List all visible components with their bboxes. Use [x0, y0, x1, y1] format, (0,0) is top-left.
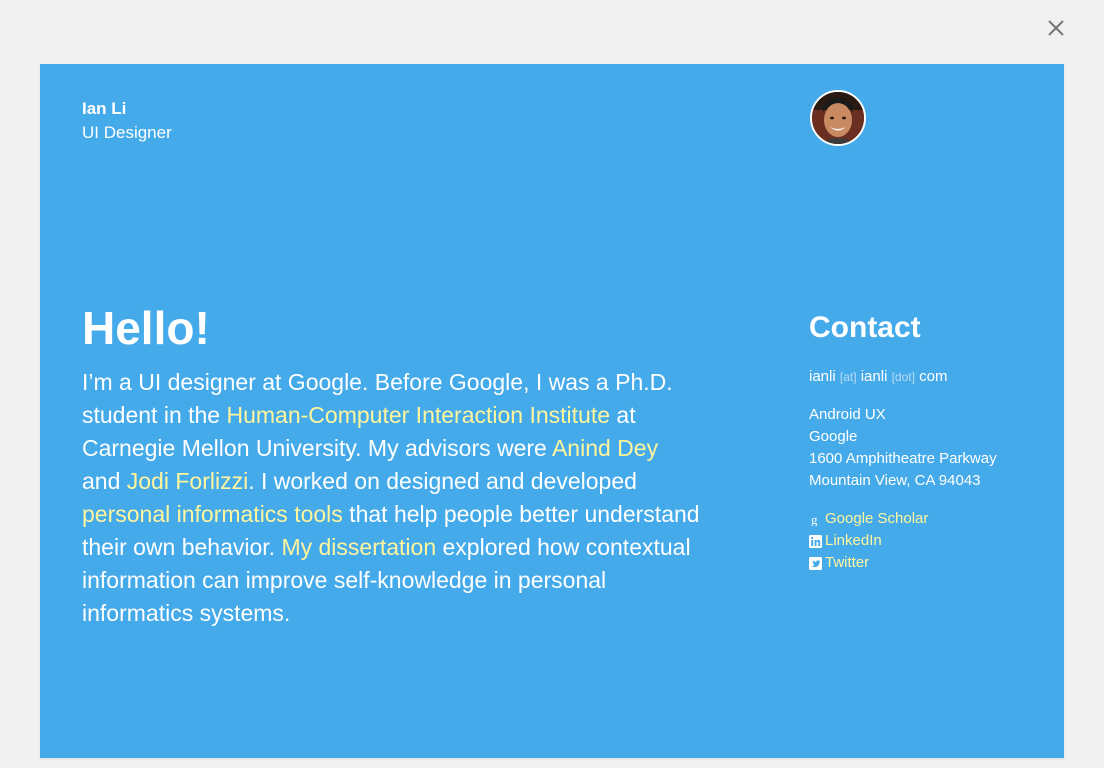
google-scholar-label[interactable]: Google Scholar [825, 508, 928, 530]
contact-email: ianli [at] ianli [dot] com [809, 366, 947, 388]
linkedin-link[interactable]: LinkedIn [809, 530, 928, 552]
email-domain: ianli [860, 368, 888, 385]
email-dot: [dot] [891, 370, 915, 384]
contact-title: Contact [809, 311, 921, 344]
google-scholar-link[interactable]: g Google Scholar [809, 508, 928, 530]
intro-heading: Hello! [82, 302, 210, 354]
bio-link[interactable]: Anind Dey [552, 435, 658, 461]
bio-link[interactable]: personal informatics tools [82, 501, 343, 527]
twitter-label[interactable]: Twitter [825, 552, 869, 574]
avatar-photo [812, 92, 864, 144]
svg-text:g: g [811, 513, 818, 526]
bio-link[interactable]: My dissertation [281, 534, 436, 560]
email-tld: com [919, 368, 948, 385]
linkedin-label[interactable]: LinkedIn [825, 530, 882, 552]
bio-link[interactable]: Human-Computer Interaction Institute [227, 402, 611, 428]
contact-links: g Google Scholar LinkedIn Twitter [809, 508, 928, 574]
close-button[interactable] [1042, 14, 1070, 42]
close-icon[interactable] [1042, 14, 1070, 42]
profile-card: Ian Li UI Designer Hello! I’m a UI desig… [40, 64, 1064, 758]
bio-text: . I worked on designed and developed [248, 468, 637, 494]
top-bar [0, 0, 1104, 64]
address-line-street: 1600 Amphitheatre Parkway [809, 450, 997, 467]
bio-link[interactable]: Jodi Forlizzi [127, 468, 248, 494]
address-line-company: Google [809, 428, 858, 445]
profile-role: UI Designer [82, 123, 172, 142]
linkedin-icon [809, 534, 822, 548]
email-at: [at] [839, 370, 857, 384]
twitter-link[interactable]: Twitter [809, 552, 928, 574]
profile-name: Ian Li [82, 99, 127, 118]
contact-address: Android UX Google 1600 Amphitheatre Park… [809, 404, 997, 492]
address-line-team: Android UX [809, 406, 886, 423]
bio-text: and [82, 468, 127, 494]
address-line-city: Mountain View, CA 94043 [809, 472, 981, 489]
twitter-icon [809, 556, 822, 570]
google-scholar-icon: g [811, 513, 818, 526]
avatar [810, 90, 866, 146]
email-user: ianli [809, 368, 836, 385]
intro-bio: I’m a UI designer at Google. Before Goog… [82, 366, 702, 630]
